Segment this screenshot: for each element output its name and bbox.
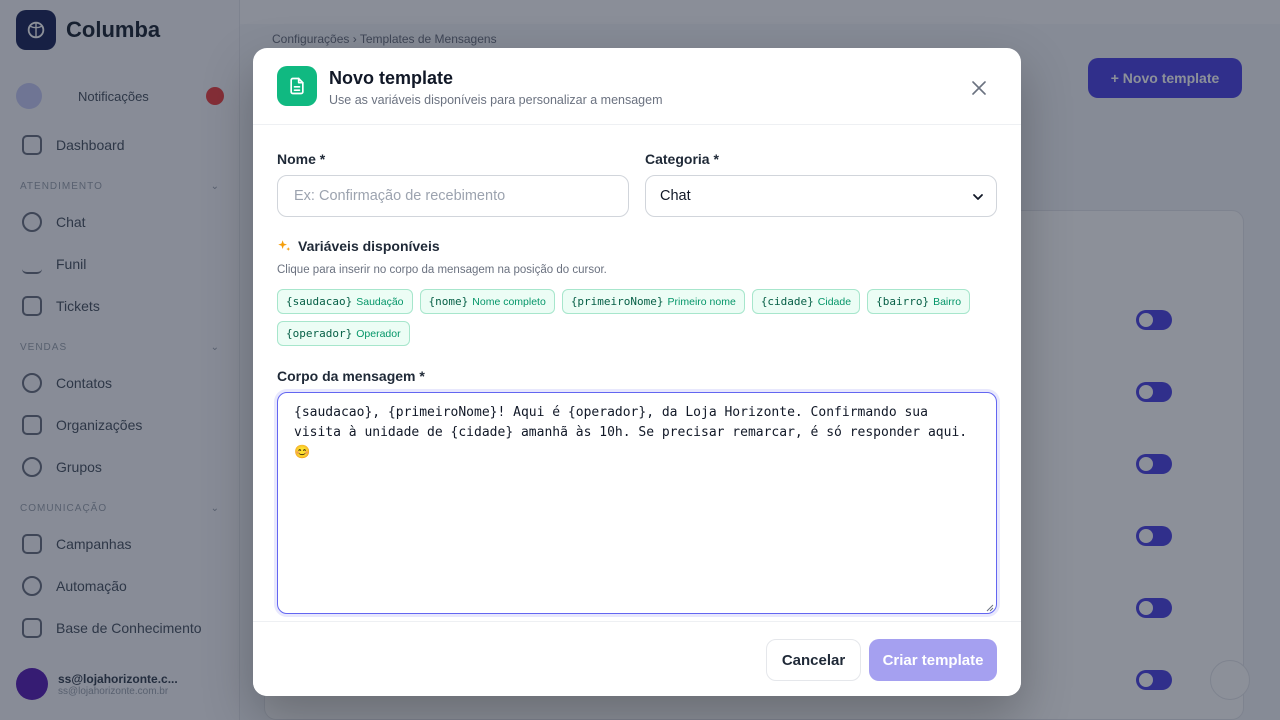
- variable-description: Cidade: [817, 295, 852, 308]
- variable-description: Primeiro nome: [667, 295, 736, 308]
- variables-list: {saudacao} Saudação {nome} Nome completo…: [277, 289, 997, 346]
- dialog-header: Novo template Use as variáveis disponíve…: [253, 48, 1021, 125]
- variable-chip-nome[interactable]: {nome} Nome completo: [419, 289, 555, 314]
- variable-description: Saudação: [356, 295, 404, 308]
- dialog-title: Novo template: [329, 68, 454, 88]
- variables-heading: Variáveis disponíveis: [277, 238, 440, 254]
- chevron-down-icon: [973, 194, 983, 200]
- sparkles-icon: [278, 239, 291, 251]
- create-template-button[interactable]: Criar template: [869, 639, 997, 681]
- variable-key: {saudacao}: [286, 295, 353, 308]
- category-label: Categoria *: [645, 151, 719, 167]
- category-select[interactable]: Chat: [645, 175, 997, 217]
- variable-key: {bairro}: [876, 295, 930, 308]
- body-label: Corpo da mensagem *: [277, 368, 425, 384]
- document-icon: [277, 66, 317, 106]
- variable-key: {cidade}: [760, 295, 814, 308]
- variable-chip-bairro[interactable]: {bairro} Bairro: [867, 289, 971, 314]
- variable-chip-saudacao[interactable]: {saudacao} Saudação: [277, 289, 413, 314]
- close-icon: [972, 81, 986, 95]
- name-input[interactable]: [277, 175, 629, 217]
- cancel-button[interactable]: Cancelar: [766, 639, 861, 681]
- variable-key: {nome}: [428, 295, 469, 308]
- variable-description: Nome completo: [472, 295, 546, 308]
- dialog-footer: Cancelar Criar template: [253, 621, 1021, 696]
- variables-hint: Clique para inserir no corpo da mensagem…: [277, 264, 607, 276]
- message-body-textarea[interactable]: {saudacao}, {primeiroNome}! Aqui é {oper…: [277, 392, 997, 614]
- variable-description: Bairro: [933, 295, 962, 308]
- variable-key: {operador}: [286, 327, 353, 340]
- variable-description: Operador: [356, 327, 401, 340]
- resize-handle-icon[interactable]: [986, 604, 994, 612]
- variable-chip-cidade[interactable]: {cidade} Cidade: [751, 289, 861, 314]
- dialog-subtitle: Use as variáveis disponíveis para person…: [329, 93, 663, 107]
- variable-chip-primeiro-nome[interactable]: {primeiroNome} Primeiro nome: [561, 289, 745, 314]
- new-template-dialog: Novo template Use as variáveis disponíve…: [253, 48, 1021, 696]
- variable-chip-operador[interactable]: {operador} Operador: [277, 321, 410, 346]
- category-selected-value: Chat: [660, 188, 691, 204]
- variables-title: Variáveis disponíveis: [298, 238, 440, 254]
- variable-key: {primeiroNome}: [570, 295, 664, 308]
- close-button[interactable]: [967, 76, 991, 100]
- name-label: Nome *: [277, 151, 326, 167]
